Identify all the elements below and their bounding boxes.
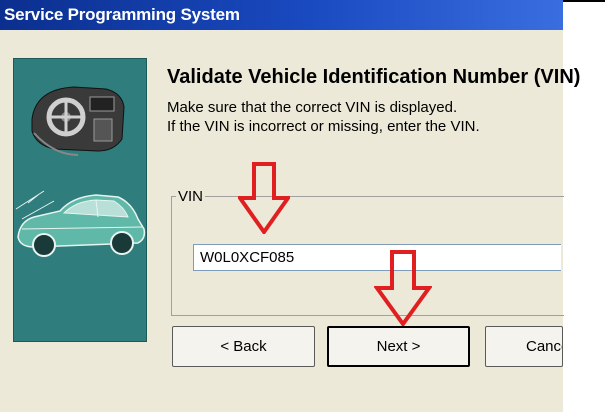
instruction-line-1: Make sure that the correct VIN is displa… (167, 99, 458, 116)
down-arrow-annotation (238, 162, 290, 234)
back-button[interactable]: < Back (172, 326, 315, 367)
down-arrow-annotation (374, 250, 432, 326)
illustration-panel (13, 58, 147, 342)
cancel-button[interactable]: Cancel (485, 326, 563, 367)
next-button[interactable]: Next > (327, 326, 470, 367)
page-title: Validate Vehicle Identification Number (… (167, 66, 581, 88)
title-bar: Service Programming System (0, 0, 563, 30)
car-icon (15, 190, 146, 257)
instruction-line-2: If the VIN is incorrect or missing, ente… (167, 118, 480, 135)
window-title: Service Programming System (4, 5, 240, 24)
dashboard-icon (31, 86, 125, 156)
vin-group-label: VIN (176, 188, 206, 205)
